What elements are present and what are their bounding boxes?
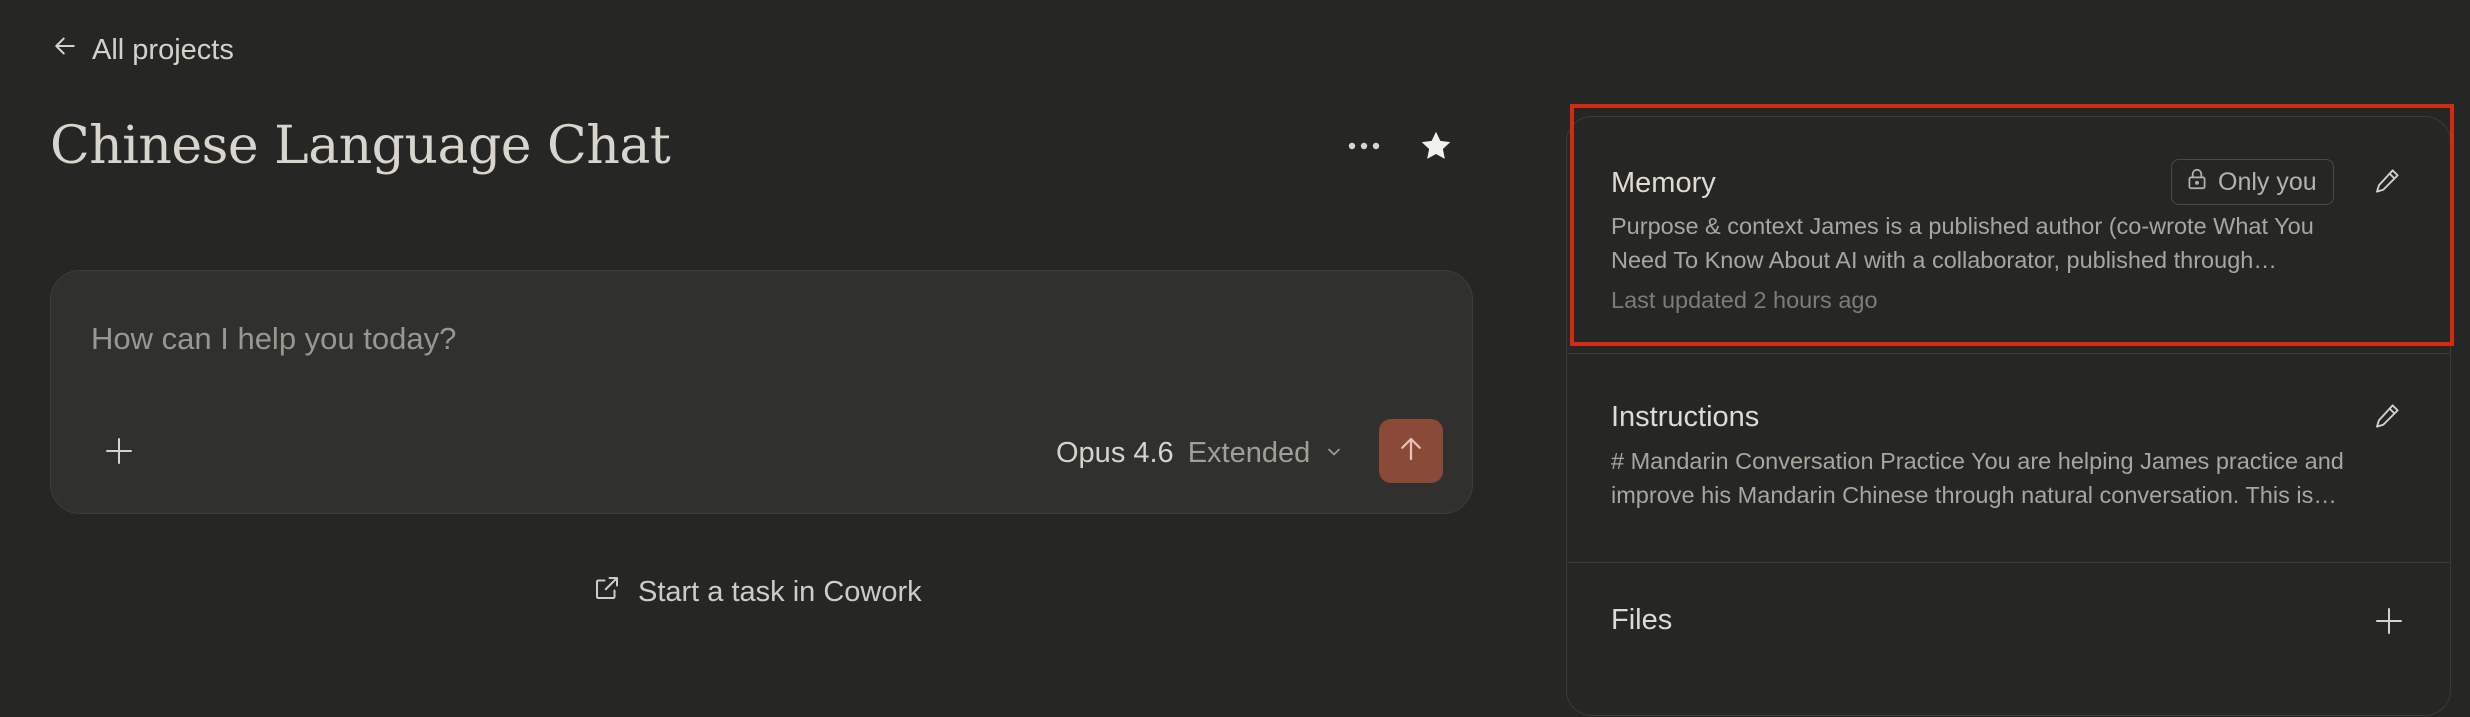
instructions-preview: # Mandarin Conversation Practice You are… bbox=[1611, 444, 2411, 512]
pencil-icon bbox=[2372, 166, 2402, 201]
instructions-preview-line: improve his Mandarin Chinese through nat… bbox=[1611, 482, 2337, 508]
all-projects-link[interactable]: All projects bbox=[50, 30, 234, 70]
arrow-left-icon bbox=[50, 31, 80, 69]
plus-icon bbox=[103, 435, 135, 472]
chat-composer: Opus 4.6 Extended bbox=[50, 270, 1473, 514]
memory-last-updated: Last updated 2 hours ago bbox=[1611, 287, 1878, 313]
visibility-label: Only you bbox=[2218, 167, 2317, 196]
instructions-preview-line: # Mandarin Conversation Practice You are… bbox=[1611, 448, 2344, 474]
files-title: Files bbox=[1611, 604, 1673, 636]
start-cowork-task-link[interactable]: Start a task in Cowork bbox=[592, 572, 922, 612]
edit-memory-button[interactable] bbox=[2367, 163, 2407, 203]
more-options-button[interactable] bbox=[1340, 130, 1388, 164]
chat-input[interactable] bbox=[91, 317, 1391, 361]
chevron-down-icon bbox=[1324, 437, 1344, 470]
pencil-icon bbox=[2372, 401, 2402, 436]
model-name: Opus 4.6 bbox=[1056, 436, 1174, 469]
memory-preview: Purpose & context James is a published a… bbox=[1611, 209, 2411, 277]
instructions-title: Instructions bbox=[1611, 401, 1760, 433]
memory-section[interactable]: Memory Only you Purpose & context James … bbox=[1567, 117, 2450, 353]
edit-instructions-button[interactable] bbox=[2367, 398, 2407, 438]
external-link-icon bbox=[592, 573, 622, 611]
add-attachment-button[interactable] bbox=[97, 431, 141, 475]
add-file-button[interactable] bbox=[2369, 603, 2409, 643]
plus-icon bbox=[2373, 605, 2405, 642]
memory-preview-line: Need To Know About AI with a collaborato… bbox=[1611, 247, 2277, 273]
send-button[interactable] bbox=[1379, 419, 1443, 483]
start-cowork-task-label: Start a task in Cowork bbox=[638, 575, 922, 608]
more-horizontal-icon bbox=[1347, 138, 1381, 156]
lock-icon bbox=[2184, 166, 2210, 199]
project-title: Chinese Language Chat bbox=[50, 116, 671, 176]
visibility-badge: Only you bbox=[2171, 159, 2334, 205]
memory-title: Memory bbox=[1611, 167, 1716, 199]
memory-preview-line: Purpose & context James is a published a… bbox=[1611, 213, 2314, 239]
favorite-button[interactable] bbox=[1412, 124, 1460, 172]
instructions-section[interactable]: Instructions # Mandarin Conversation Pra… bbox=[1567, 354, 2450, 554]
arrow-up-icon bbox=[1396, 434, 1426, 469]
files-section: Files bbox=[1567, 563, 2450, 717]
project-side-panel: Memory Only you Purpose & context James … bbox=[1566, 116, 2451, 716]
star-icon bbox=[1418, 128, 1454, 169]
model-selector[interactable]: Opus 4.6 Extended bbox=[1056, 431, 1344, 475]
all-projects-label: All projects bbox=[92, 33, 234, 66]
model-mode: Extended bbox=[1187, 436, 1311, 469]
